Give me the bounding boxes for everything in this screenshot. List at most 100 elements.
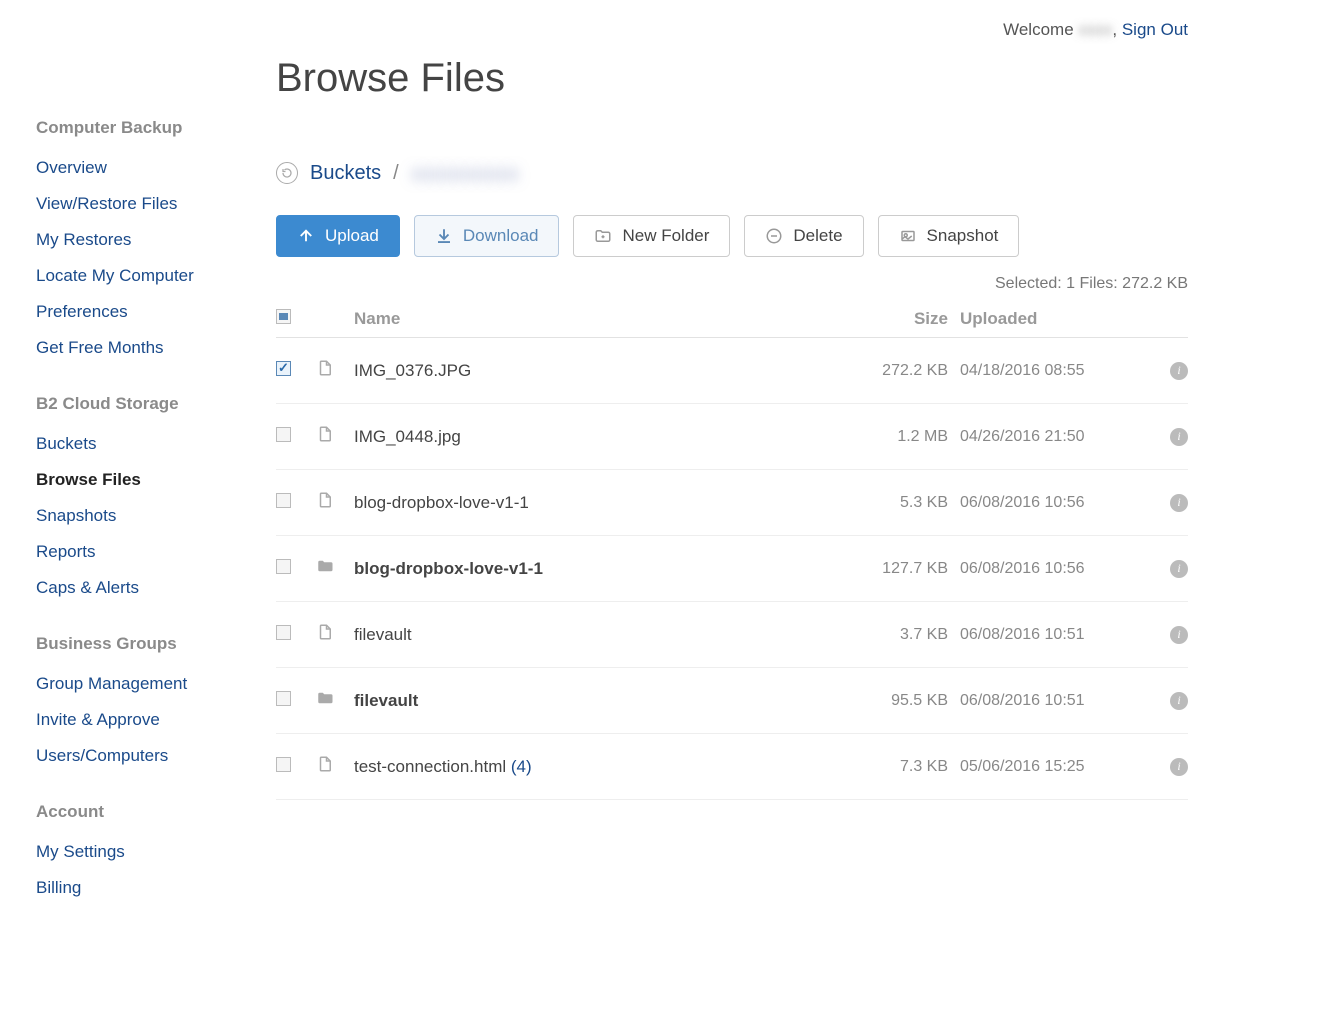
sidebar-item-billing[interactable]: Billing [36,870,240,906]
file-size: 127.7 KB [858,560,948,578]
table-row: IMG_0448.jpg 1.2 MB04/26/2016 21:50 i [276,404,1188,470]
sidebar-section-header: Account [36,802,240,822]
sidebar-item-my-restores[interactable]: My Restores [36,222,240,258]
row-checkbox[interactable] [276,361,291,376]
info-icon[interactable]: i [1170,362,1188,380]
file-uploaded: 04/26/2016 21:50 [948,428,1128,446]
selection-info: Selected: 1 Files: 272.2 KB [276,275,1188,293]
file-size: 272.2 KB [858,362,948,380]
file-name[interactable]: test-connection.html [354,757,506,776]
sidebar-item-snapshots[interactable]: Snapshots [36,498,240,534]
delete-icon [765,227,783,245]
toolbar: Upload Download New Folder Delete Snapsh… [276,215,1188,257]
info-icon[interactable]: i [1170,560,1188,578]
sidebar-item-invite-approve[interactable]: Invite & Approve [36,702,240,738]
upload-button[interactable]: Upload [276,215,400,257]
breadcrumb-sep: / [393,162,399,185]
breadcrumb: Buckets / xxxxxxxxx [276,161,1188,185]
top-bar: Welcome xxxx, Sign Out [276,20,1188,40]
sidebar-item-view-restore-files[interactable]: View/Restore Files [36,186,240,222]
sidebar-section-header: B2 Cloud Storage [36,394,240,414]
table-header: Name Size Uploaded [276,301,1188,338]
col-uploaded[interactable]: Uploaded [948,309,1128,329]
info-icon[interactable]: i [1170,494,1188,512]
version-count[interactable]: (4) [506,757,532,776]
file-size: 5.3 KB [858,494,948,512]
download-button[interactable]: Download [414,215,560,257]
col-name[interactable]: Name [354,309,858,329]
table-row: filevault 3.7 KB06/08/2016 10:51 i [276,602,1188,668]
file-name[interactable]: filevault [354,691,418,710]
table-row: test-connection.html (4)7.3 KB05/06/2016… [276,734,1188,800]
file-size: 95.5 KB [858,692,948,710]
delete-label: Delete [793,226,842,246]
file-uploaded: 05/06/2016 15:25 [948,758,1128,776]
sidebar: Computer BackupOverviewView/Restore File… [0,0,240,936]
upload-label: Upload [325,226,379,246]
sidebar-section-header: Business Groups [36,634,240,654]
breadcrumb-current-blurred: xxxxxxxxx [411,161,519,185]
file-uploaded: 04/18/2016 08:55 [948,362,1128,380]
info-icon[interactable]: i [1170,428,1188,446]
delete-button[interactable]: Delete [744,215,863,257]
file-icon [316,358,334,378]
row-checkbox[interactable] [276,625,291,640]
col-size[interactable]: Size [858,309,948,329]
info-icon[interactable]: i [1170,758,1188,776]
sidebar-item-preferences[interactable]: Preferences [36,294,240,330]
file-name[interactable]: filevault [354,625,412,644]
upload-icon [297,227,315,245]
file-uploaded: 06/08/2016 10:51 [948,626,1128,644]
sidebar-item-group-management[interactable]: Group Management [36,666,240,702]
download-label: Download [463,226,539,246]
file-icon [316,754,334,774]
snapshot-icon [899,227,917,245]
file-table: Name Size Uploaded IMG_0376.JPG272.2 KB0… [276,301,1188,800]
file-name[interactable]: IMG_0376.JPG [354,361,471,380]
file-uploaded: 06/08/2016 10:51 [948,692,1128,710]
folder-icon [316,688,334,708]
breadcrumb-root[interactable]: Buckets [310,162,381,185]
folder-icon [316,556,334,576]
sidebar-item-browse-files[interactable]: Browse Files [36,462,240,498]
info-icon[interactable]: i [1170,692,1188,710]
row-checkbox[interactable] [276,493,291,508]
sidebar-item-overview[interactable]: Overview [36,150,240,186]
file-name[interactable]: blog-dropbox-love-v1-1 [354,493,529,512]
sidebar-item-reports[interactable]: Reports [36,534,240,570]
table-row: IMG_0376.JPG 272.2 KB04/18/2016 08:55 i [276,338,1188,404]
file-size: 3.7 KB [858,626,948,644]
row-checkbox[interactable] [276,427,291,442]
file-icon [316,424,334,444]
main-content: Welcome xxxx, Sign Out Browse Files Buck… [240,0,1328,936]
info-icon[interactable]: i [1170,626,1188,644]
row-checkbox[interactable] [276,559,291,574]
table-row: blog-dropbox-love-v1-15.3 KB06/08/2016 1… [276,470,1188,536]
username-blurred: xxxx [1078,20,1112,39]
new-folder-icon [594,227,612,245]
page-title: Browse Files [276,56,1188,101]
row-checkbox[interactable] [276,691,291,706]
sidebar-item-locate-my-computer[interactable]: Locate My Computer [36,258,240,294]
welcome-text: Welcome [1003,20,1074,39]
table-row: filevault 95.5 KB06/08/2016 10:51 i [276,668,1188,734]
sidebar-item-buckets[interactable]: Buckets [36,426,240,462]
sidebar-item-caps-alerts[interactable]: Caps & Alerts [36,570,240,606]
file-uploaded: 06/08/2016 10:56 [948,560,1128,578]
new-folder-label: New Folder [622,226,709,246]
row-checkbox[interactable] [276,757,291,772]
sidebar-item-get-free-months[interactable]: Get Free Months [36,330,240,366]
file-size: 1.2 MB [858,428,948,446]
file-icon [316,622,334,642]
sign-out-link[interactable]: Sign Out [1122,20,1188,39]
file-name[interactable]: blog-dropbox-love-v1-1 [354,559,543,578]
snapshot-label: Snapshot [927,226,999,246]
file-name[interactable]: IMG_0448.jpg [354,427,461,446]
snapshot-button[interactable]: Snapshot [878,215,1020,257]
sidebar-item-users-computers[interactable]: Users/Computers [36,738,240,774]
select-all-checkbox[interactable] [276,309,291,324]
sidebar-item-my-settings[interactable]: My Settings [36,834,240,870]
new-folder-button[interactable]: New Folder [573,215,730,257]
back-icon[interactable] [276,162,298,184]
file-icon [316,490,334,510]
